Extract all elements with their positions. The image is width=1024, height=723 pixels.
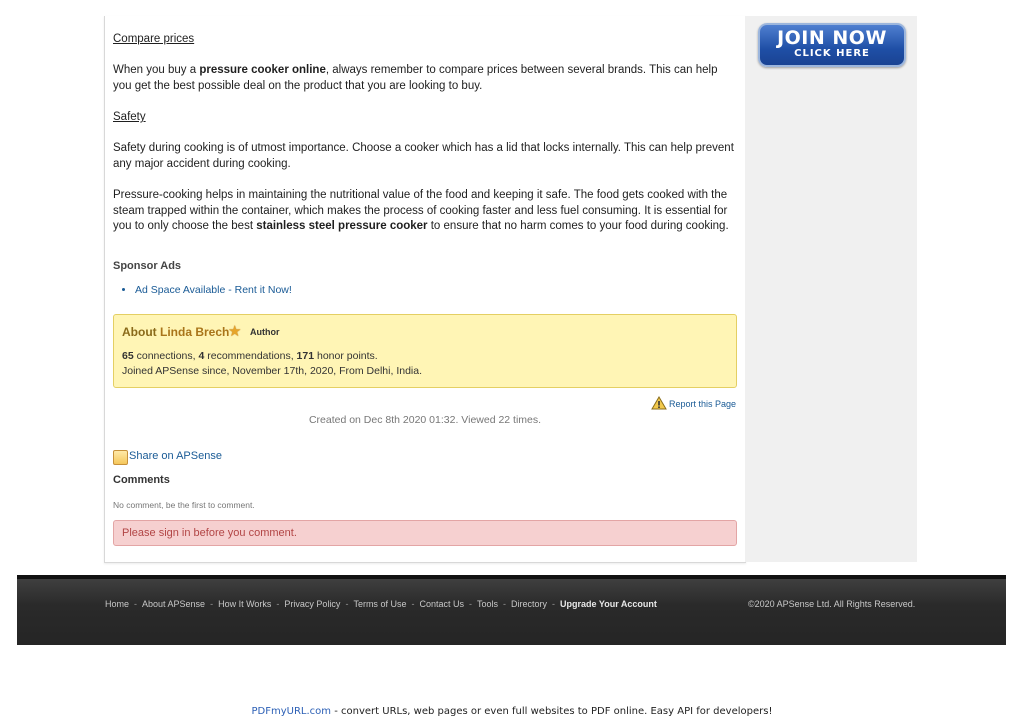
warning-icon[interactable]: [651, 396, 667, 410]
pdfmyurl-link[interactable]: PDFmyURL.com: [252, 706, 332, 717]
join-now-label: JOIN NOW: [777, 27, 887, 49]
compare-prices-heading: Compare prices: [113, 33, 195, 45]
stainless-steel-keyword: stainless steel pressure cooker: [256, 220, 428, 233]
footer-link-privacy[interactable]: Privacy Policy: [284, 599, 340, 609]
footer-link-how-it-works[interactable]: How It Works: [218, 599, 271, 609]
pressure-cooking-paragraph: Pressure-cooking helps in maintaining th…: [113, 188, 729, 233]
safety-heading: Safety: [113, 110, 146, 123]
click-here-label: CLICK HERE: [794, 48, 870, 59]
share-icon[interactable]: [113, 450, 128, 465]
join-now-button[interactable]: JOIN NOW CLICK HERE: [758, 23, 906, 67]
safety-paragraph: Safety during cooking is of utmost impor…: [113, 142, 734, 170]
author-info-box: About Linda Brech ★ Author 65 connection…: [113, 314, 737, 388]
sponsor-ad-item: Ad Space Available - Rent it Now!: [135, 284, 292, 296]
no-comment-text: No comment, be the first to comment.: [113, 500, 255, 510]
right-sidebar: JOIN NOW CLICK HERE: [745, 16, 917, 562]
article-card: Compare prices When you buy a pressure c…: [104, 16, 746, 563]
compare-prices-paragraph: When you buy a pressure cooker online, a…: [113, 64, 718, 92]
footer-link-contact[interactable]: Contact Us: [419, 599, 464, 609]
article-body: Compare prices When you buy a pressure c…: [113, 32, 737, 250]
share-on-apsense-link[interactable]: Share on APSense: [129, 450, 222, 462]
footer-link-home[interactable]: Home: [105, 599, 129, 609]
sponsor-ads-list: Ad Space Available - Rent it Now!: [125, 284, 292, 296]
pdf-notice-text: - convert URLs, web pages or even full w…: [331, 706, 773, 717]
site-footer: Home - About APSense - How It Works - Privacy …: [17, 575, 1006, 645]
footer-link-about[interactable]: About APSense: [142, 599, 205, 609]
sign-in-text: Please sign in before you comment.: [122, 527, 297, 539]
author-stats: 65 connections, 4 recommendations, 171 h…: [122, 350, 378, 362]
pressure-cooker-online-keyword: pressure cooker online: [199, 64, 326, 77]
sponsor-ads-title: Sponsor Ads: [113, 260, 182, 272]
footer-link-directory[interactable]: Directory: [511, 599, 547, 609]
footer-link-tools[interactable]: Tools: [477, 599, 498, 609]
author-name-link[interactable]: Linda Brech: [160, 325, 229, 339]
ad-space-link[interactable]: Ad Space Available - Rent it Now!: [135, 284, 292, 296]
star-icon: ★: [228, 323, 242, 340]
author-role-badge: Author: [250, 327, 280, 337]
footer-link-upgrade[interactable]: Upgrade Your Account: [560, 599, 657, 609]
created-info: Created on Dec 8th 2020 01:32. Viewed 22…: [308, 414, 542, 426]
footer-link-terms[interactable]: Terms of Use: [353, 599, 406, 609]
footer-nav: Home - About APSense - How It Works - Privacy …: [105, 599, 657, 609]
comments-heading: Comments: [113, 474, 170, 486]
sign-in-notice: Please sign in before you comment.: [113, 520, 737, 546]
about-author-heading: About Linda Brech: [122, 325, 230, 339]
report-page-link[interactable]: Report this Page: [669, 399, 736, 409]
footer-copyright: ©2020 APSense Ltd. All Rights Reserved.: [748, 599, 916, 609]
author-joined-info: Joined APSense since, November 17th, 202…: [122, 365, 422, 377]
pdf-notice: PDFmyURL.com - convert URLs, web pages o…: [0, 706, 1024, 717]
